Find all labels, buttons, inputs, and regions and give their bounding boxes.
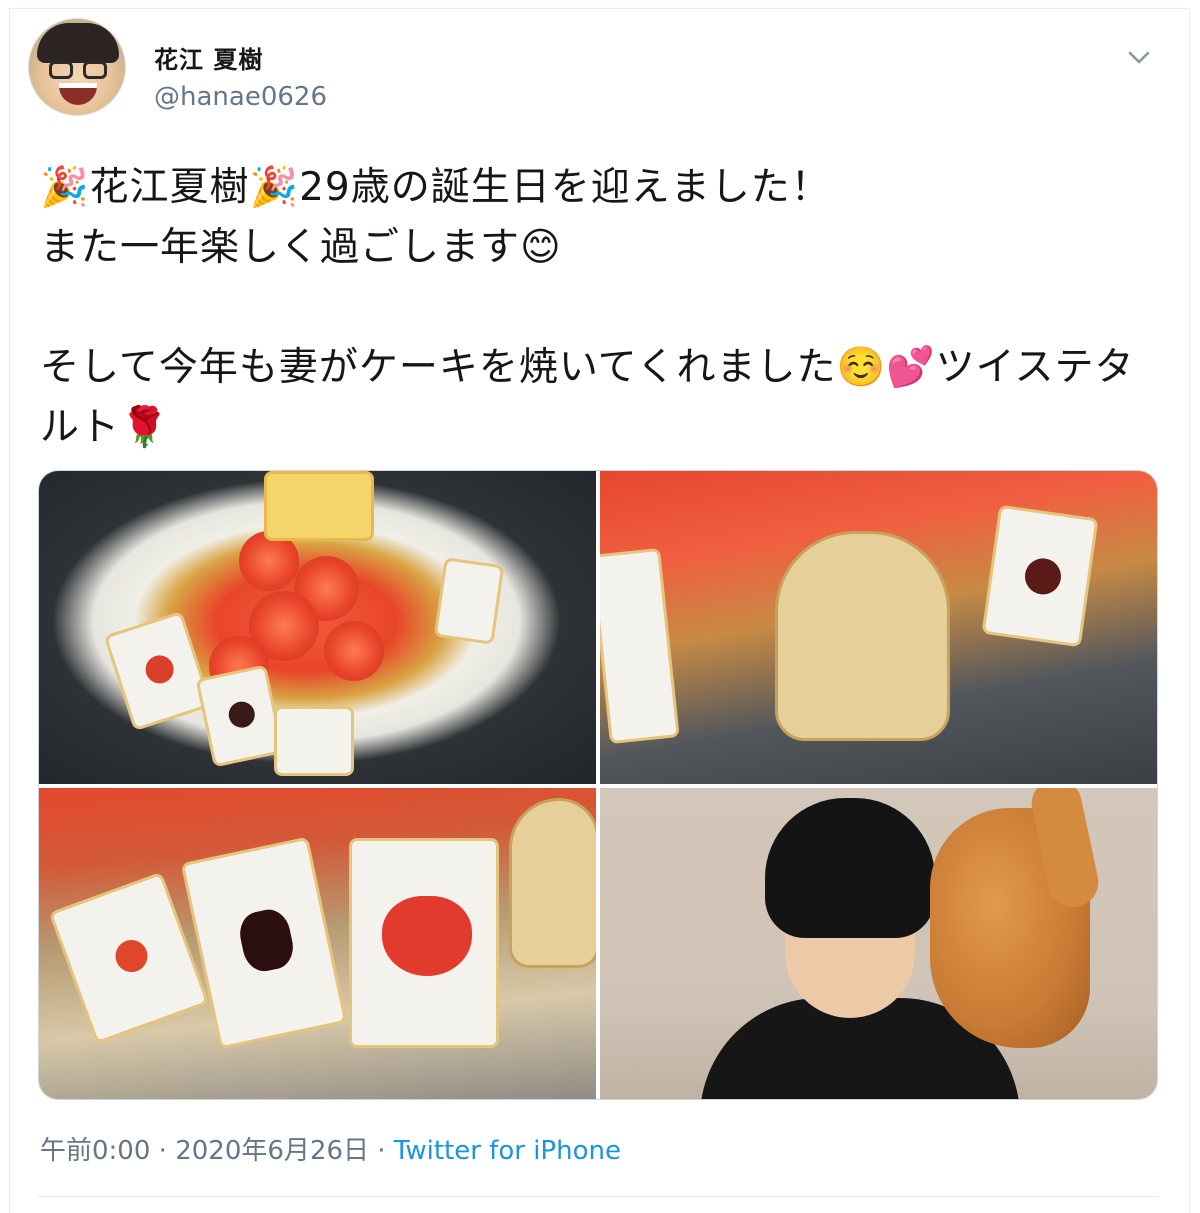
tweet-time[interactable]: 午前0:00 [40, 1136, 150, 1166]
tweet-source-link[interactable]: Twitter for iPhone [394, 1136, 621, 1166]
card-cookie [274, 706, 354, 776]
cookie-window [382, 896, 472, 976]
character-cookie [775, 531, 950, 741]
cookie-window [226, 699, 258, 731]
tweet-header: 花江 夏樹 @hanae0626 [28, 18, 1168, 118]
card-cookie [433, 557, 505, 645]
tweet-text: 🎉花江夏樹🎉29歳の誕生日を迎えました！ また一年楽しく過ごします😊 そして今年… [40, 165, 1135, 450]
media-grid [38, 470, 1158, 1100]
card-cookie [349, 838, 499, 1048]
card-cookie [48, 871, 210, 1045]
tweet-date[interactable]: 2020年6月26日 [175, 1136, 369, 1166]
avatar-glasses-left [49, 61, 73, 79]
user-handle[interactable]: @hanae0626 [154, 82, 327, 112]
avatar-hair [37, 23, 119, 63]
person-hair [765, 798, 935, 938]
card-cookie [180, 836, 348, 1050]
tweet-meta: 午前0:00 · 2020年6月26日 · Twitter for iPhone [40, 1130, 621, 1167]
card-cookie [103, 610, 213, 732]
card-cookie [600, 547, 680, 745]
avatar-glasses-right [83, 61, 107, 79]
cookie-window [235, 905, 298, 975]
character-cookie [509, 798, 596, 968]
cookie-window [141, 651, 178, 688]
divider [38, 1196, 1158, 1197]
photo-person-with-cat[interactable] [600, 788, 1157, 1099]
cookie-window [1022, 556, 1064, 597]
photo-cake-cookie-closeup[interactable] [600, 471, 1157, 784]
meta-separator: · [150, 1136, 176, 1166]
chevron-down-icon[interactable] [1122, 40, 1156, 74]
avatar-mouth [59, 83, 97, 105]
avatar[interactable] [28, 18, 126, 116]
display-name[interactable]: 花江 夏樹 [154, 40, 263, 75]
card-cookie [195, 664, 285, 768]
cookie-window [110, 935, 152, 977]
card-cookie [981, 504, 1099, 648]
birthday-plaque [264, 471, 374, 541]
meta-separator: · [368, 1136, 394, 1166]
photo-card-cookies[interactable] [39, 788, 596, 1099]
rose-decoration [324, 621, 384, 681]
photo-cake-top-view[interactable] [39, 471, 596, 784]
